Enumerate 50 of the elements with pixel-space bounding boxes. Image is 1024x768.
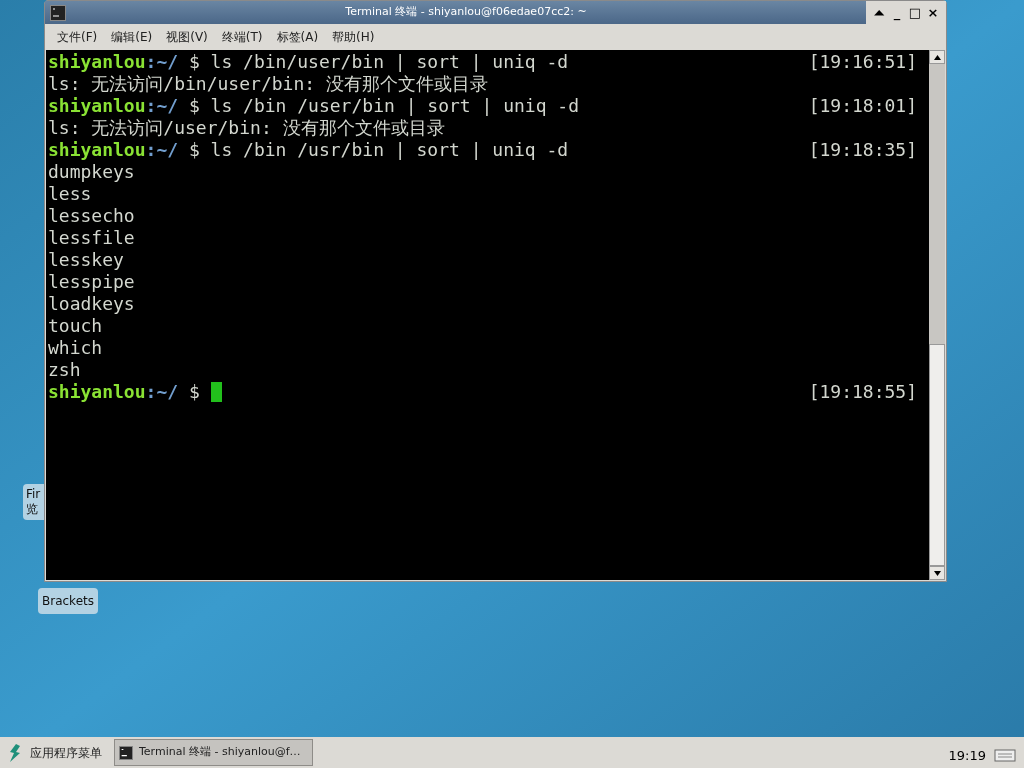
- timestamp: [19:18:01]: [808, 95, 917, 117]
- output-line: ls: 无法访问/bin/user/bin: 没有那个文件或目录: [48, 73, 488, 94]
- prompt-user: shiyanlou: [48, 139, 146, 161]
- menu-item[interactable]: 帮助(H): [332, 28, 375, 46]
- menu-item[interactable]: 视图(V): [166, 28, 208, 46]
- prompt-path: :~/: [145, 95, 179, 117]
- window-control[interactable]: _: [890, 6, 904, 19]
- output-line: lesskey: [48, 249, 124, 270]
- timestamp: [19:18:55]: [808, 381, 917, 403]
- scroll-down-icon[interactable]: [929, 566, 945, 580]
- command-text: $: [187, 381, 201, 403]
- output-line: lessecho: [48, 205, 135, 226]
- window-control[interactable]: □: [908, 6, 922, 19]
- output-line: ls: 无法访问/user/bin: 没有那个文件或目录: [48, 117, 445, 138]
- taskbar-task[interactable]: Terminal 终端 - shiyanlou@f…: [114, 739, 313, 766]
- command-text: $ ls /bin/user/bin | sort | uniq -d: [187, 51, 569, 73]
- scroll-thumb[interactable]: [929, 344, 945, 566]
- prompt-user: shiyanlou: [48, 95, 146, 117]
- prompt-user: shiyanlou: [48, 381, 146, 403]
- desktop-icon-label[interactable]: Brackets: [38, 588, 98, 614]
- window-control[interactable]: ⏶: [872, 6, 886, 19]
- window-control[interactable]: ×: [926, 6, 940, 19]
- output-line: less: [48, 183, 92, 204]
- scroll-up-icon[interactable]: [929, 50, 945, 64]
- menu-item[interactable]: 文件(F): [57, 28, 98, 46]
- window-title: Terminal 终端 - shiyanlou@f06edae07cc2: ~: [344, 4, 588, 21]
- command-text: $ ls /bin /usr/bin | sort | uniq -d: [187, 139, 569, 161]
- prompt-path: :~/: [145, 381, 179, 403]
- timestamp: [19:16:51]: [808, 51, 917, 73]
- desktop-icon-label[interactable]: Fir 览: [23, 484, 44, 520]
- terminal-icon: [119, 745, 133, 760]
- output-line: lessfile: [48, 227, 135, 248]
- output-line: loadkeys: [48, 293, 135, 314]
- output-line: lesspipe: [48, 271, 135, 292]
- terminal-icon: [50, 4, 66, 21]
- menu-item[interactable]: 终端(T): [221, 28, 263, 46]
- output-line: which: [48, 337, 103, 358]
- prompt-user: shiyanlou: [48, 51, 146, 73]
- output-line: dumpkeys: [48, 161, 135, 182]
- output-line: touch: [48, 315, 103, 336]
- output-line: zsh: [48, 359, 81, 380]
- applications-menu[interactable]: 应用程序菜单: [30, 743, 102, 762]
- menu-item[interactable]: 编辑(E): [111, 28, 153, 46]
- command-text: $ ls /bin /user/bin | sort | uniq -d: [187, 95, 580, 117]
- scrollbar[interactable]: [929, 50, 945, 580]
- clock: 19:19: [948, 746, 986, 765]
- prompt-path: :~/: [145, 139, 179, 161]
- menu-item[interactable]: 标签(A): [276, 28, 319, 46]
- timestamp: [19:18:35]: [808, 139, 917, 161]
- prompt-path: :~/: [145, 51, 179, 73]
